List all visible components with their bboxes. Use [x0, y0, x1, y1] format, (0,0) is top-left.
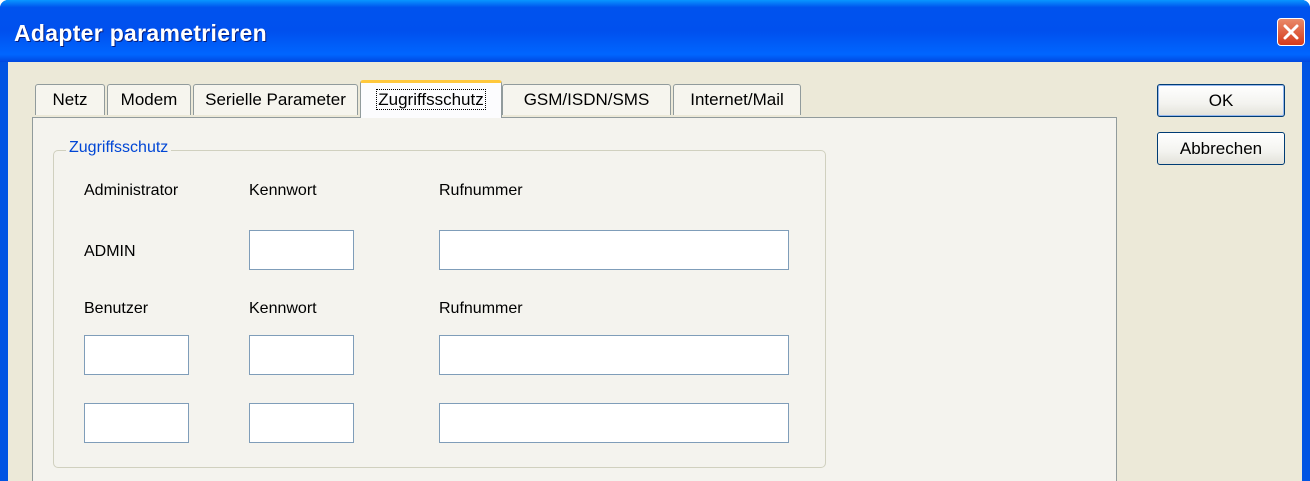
user1-password-field[interactable] — [249, 335, 354, 375]
access-protection-group: Zugriffsschutz Administrator Kennwort Ru… — [53, 139, 826, 468]
user1-name-field[interactable] — [84, 335, 189, 375]
tab-serielle-parameter[interactable]: Serielle Parameter — [193, 84, 358, 115]
dialog-window: Adapter parametrieren Netz Modem Seriell… — [0, 0, 1310, 481]
kennwort-header-2: Kennwort — [249, 300, 317, 317]
ok-button[interactable]: OK — [1157, 84, 1285, 117]
window-frame-left — [0, 62, 8, 481]
tab-modem[interactable]: Modem — [107, 84, 191, 115]
close-icon — [1283, 24, 1299, 40]
window-title: Adapter parametrieren — [14, 20, 267, 46]
benutzer-header: Benutzer — [84, 300, 149, 317]
administrator-header: Administrator — [84, 182, 179, 199]
tab-zugriffsschutz[interactable]: Zugriffsschutz — [360, 80, 502, 118]
cancel-button[interactable]: Abbrechen — [1157, 132, 1285, 165]
group-title: Zugriffsschutz — [66, 139, 172, 157]
kennwort-header: Kennwort — [249, 182, 317, 199]
dialog-client-area: Netz Modem Serielle Parameter Zugriffssc… — [8, 62, 1302, 481]
title-bar[interactable]: Adapter parametrieren — [0, 0, 1310, 62]
window-frame-right — [1302, 62, 1310, 481]
user2-phone-field[interactable] — [439, 403, 789, 443]
tab-internet-mail[interactable]: Internet/Mail — [673, 84, 801, 115]
admin-password-field[interactable] — [249, 230, 354, 270]
admin-phone-field[interactable] — [439, 230, 789, 270]
tab-panel: Zugriffsschutz Administrator Kennwort Ru… — [32, 117, 1117, 481]
user2-name-field[interactable] — [84, 403, 189, 443]
user1-phone-field[interactable] — [439, 335, 789, 375]
tab-gsm-isdn-sms[interactable]: GSM/ISDN/SMS — [502, 84, 671, 115]
rufnummer-header-2: Rufnummer — [439, 300, 523, 317]
tab-netz[interactable]: Netz — [35, 84, 105, 115]
rufnummer-header: Rufnummer — [439, 182, 523, 199]
admin-name-label: ADMIN — [84, 243, 136, 260]
user2-password-field[interactable] — [249, 403, 354, 443]
close-button[interactable] — [1277, 18, 1305, 46]
